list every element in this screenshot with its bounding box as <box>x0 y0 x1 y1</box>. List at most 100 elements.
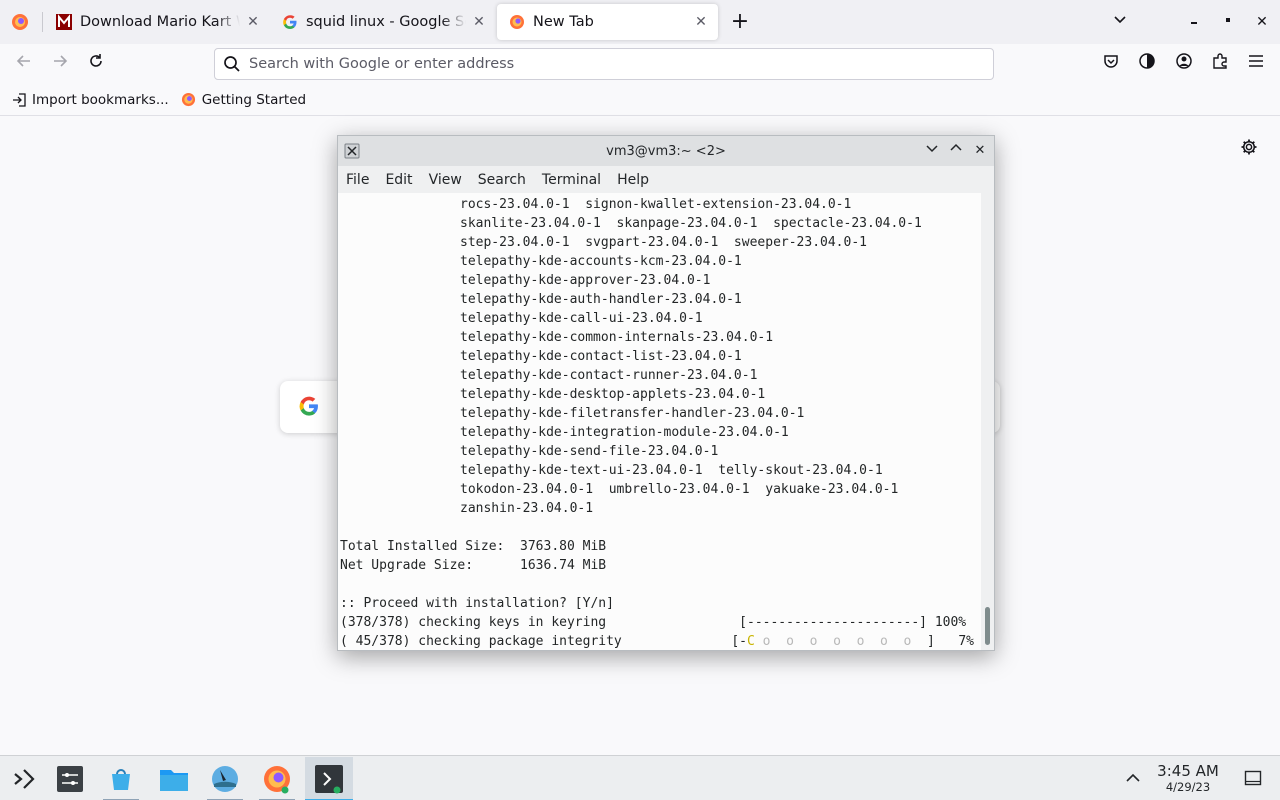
address-bar[interactable] <box>214 48 994 80</box>
menu-help[interactable]: Help <box>609 172 657 188</box>
taskbar-kinfocenter[interactable] <box>201 757 249 800</box>
menu-icon <box>1249 55 1263 67</box>
terminal-line: telepathy-kde-auth-handler-23.04.0-1 <box>460 292 742 307</box>
extensions-button[interactable] <box>1208 52 1232 76</box>
terminal-line: telepathy-kde-text-ui-23.04.0-1 telly-sk… <box>460 463 883 478</box>
tab-strip: Download Mario Kart Wii ✕ squid linux - … <box>0 0 1280 44</box>
application-launcher-icon <box>14 769 35 789</box>
bookmark-getting-started[interactable]: Getting Started <box>181 88 306 112</box>
forward-button[interactable] <box>48 52 72 76</box>
terminal-line: skanlite-23.04.0-1 skanpage-23.04.0-1 sp… <box>460 216 922 231</box>
firefox-icon <box>264 766 290 794</box>
digital-clock[interactable]: 3:45 AM 4/29/23 <box>1152 762 1224 794</box>
minimize-icon[interactable] <box>922 141 942 161</box>
scrollbar-thumb[interactable] <box>985 607 990 645</box>
menu-edit[interactable]: Edit <box>377 172 420 188</box>
clock-date: 4/29/23 <box>1165 780 1211 794</box>
new-tab-button[interactable]: + <box>728 10 752 34</box>
firefox-view-button[interactable] <box>1135 52 1159 76</box>
terminal-line: telepathy-kde-filetransfer-handler-23.04… <box>460 406 805 421</box>
terminal-line: telepathy-kde-contact-list-23.04.0-1 <box>460 349 742 364</box>
terminal-line: :: Proceed with installation? [Y/n] <box>340 596 614 611</box>
bookmark-label: Getting Started <box>201 91 307 108</box>
taskbar <box>0 755 1280 800</box>
account-icon <box>1176 53 1192 69</box>
terminal-line: telepathy-kde-send-file-23.04.0-1 <box>460 444 719 459</box>
reload-icon <box>90 54 102 67</box>
tray-expand-icon[interactable] <box>1124 769 1142 787</box>
terminal-line: telepathy-kde-call-ui-23.04.0-1 <box>460 311 703 326</box>
maximize-icon[interactable] <box>1216 10 1240 34</box>
terminal-line: telepathy-kde-contact-runner-23.04.0-1 <box>460 368 758 383</box>
dolphin-icon <box>160 770 188 791</box>
application-launcher[interactable] <box>0 757 48 800</box>
menu-search[interactable]: Search <box>470 172 534 188</box>
progress-suffix: ] 7% <box>919 634 974 649</box>
mario-kart-favicon <box>56 14 72 30</box>
firefox-favicon <box>510 15 524 29</box>
terminal-line: telepathy-kde-common-internals-23.04.0-1 <box>460 330 774 345</box>
extensions-icon <box>1213 53 1227 69</box>
forward-arrow-icon <box>54 55 68 67</box>
pocket-icon <box>1104 55 1118 68</box>
search-icon <box>224 56 240 72</box>
app-menu-button[interactable] <box>1244 52 1268 76</box>
tab-title: New Tab <box>533 14 594 30</box>
firefox-view-icon <box>1139 53 1155 69</box>
tab-squid-linux[interactable]: squid linux - Google Search ✕ <box>270 4 496 40</box>
terminal-scrollbar[interactable] <box>981 193 994 650</box>
progress-prefix: ( 45/378) checking package integrity [- <box>340 634 747 649</box>
system-settings-icon <box>57 766 83 792</box>
konsole-menubar: File Edit View Search Terminal Help <box>338 166 994 193</box>
list-all-tabs-icon[interactable] <box>1108 10 1132 34</box>
bookmarks-toolbar: Import bookmarks... Getting Started <box>0 84 1280 116</box>
url-input[interactable] <box>249 56 949 72</box>
reload-button[interactable] <box>84 52 108 76</box>
progress-line: ( 45/378) checking package integrity [-C… <box>338 632 980 650</box>
close-tab-icon[interactable]: ✕ <box>244 13 262 31</box>
terminal-line: tokodon-23.04.0-1 umbrello-23.04.0-1 yak… <box>460 482 899 497</box>
gear-icon[interactable] <box>1240 138 1258 156</box>
terminal-line: zanshin-23.04.0-1 <box>460 501 594 516</box>
discover-icon <box>112 769 130 790</box>
terminal-line: telepathy-kde-desktop-applets-23.04.0-1 <box>460 387 766 402</box>
taskbar-system-settings[interactable] <box>46 757 94 800</box>
tab-separator <box>42 12 43 32</box>
taskbar-dolphin[interactable] <box>150 757 198 800</box>
close-tab-icon[interactable]: ✕ <box>470 13 488 31</box>
back-button[interactable] <box>12 52 36 76</box>
tab-new-tab[interactable]: New Tab ✕ <box>497 4 718 40</box>
maximize-icon[interactable] <box>946 141 966 161</box>
pacman-progress-icon: C <box>747 634 755 649</box>
taskbar-discover[interactable] <box>97 757 145 800</box>
taskbar-firefox[interactable] <box>253 757 301 800</box>
tab-mario-kart[interactable]: Download Mario Kart Wii ✕ <box>44 4 270 40</box>
minimize-icon[interactable] <box>1182 10 1206 34</box>
google-favicon <box>283 15 297 29</box>
show-desktop-icon[interactable] <box>1244 769 1262 787</box>
close-window-icon[interactable]: ✕ <box>970 141 990 161</box>
pocket-button[interactable] <box>1099 52 1123 76</box>
menu-file[interactable]: File <box>338 172 377 188</box>
menu-view[interactable]: View <box>421 172 470 188</box>
menu-terminal[interactable]: Terminal <box>534 172 609 188</box>
clock-time: 3:45 AM <box>1157 762 1219 780</box>
bookmark-import[interactable]: Import bookmarks... <box>12 88 169 112</box>
close-tab-icon[interactable]: ✕ <box>692 13 710 31</box>
terminal-line: telepathy-kde-accounts-kcm-23.04.0-1 <box>460 254 742 269</box>
taskbar-konsole[interactable] <box>305 757 353 800</box>
firefox-view-icon[interactable] <box>8 10 32 34</box>
import-icon <box>13 92 26 107</box>
terminal-line: Net Upgrade Size: 1636.74 MiB <box>340 558 607 573</box>
terminal-output[interactable]: rocs-23.04.0-1 signon-kwallet-extension-… <box>338 193 980 650</box>
terminal-line: rocs-23.04.0-1 signon-kwallet-extension-… <box>460 197 852 212</box>
terminal-line: Total Installed Size: 3763.80 MiB <box>340 539 607 554</box>
konsole-window[interactable]: vm3@vm3:~ <2> ✕ File Edit View Search Te… <box>337 135 995 651</box>
konsole-titlebar[interactable]: vm3@vm3:~ <2> ✕ <box>338 136 994 166</box>
window-menu-icon[interactable] <box>344 143 360 159</box>
terminal-line: (378/378) checking keys in keyring [----… <box>340 615 967 630</box>
close-window-icon[interactable]: ✕ <box>1250 10 1274 34</box>
account-button[interactable] <box>1172 52 1196 76</box>
